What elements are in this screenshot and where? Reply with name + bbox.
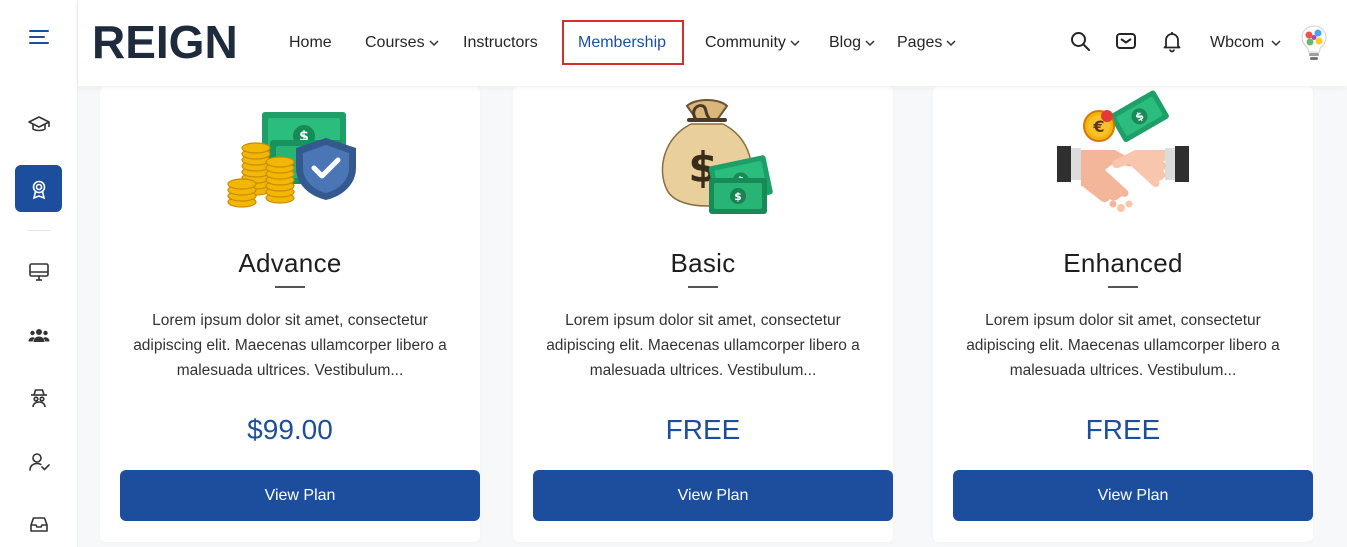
left-sidebar — [0, 0, 78, 547]
plan-card-advance: $ $ Advance Lorem ipsum dolor sit amet, … — [100, 86, 480, 542]
nav-courses[interactable]: Courses — [365, 0, 440, 86]
search-icon[interactable] — [1068, 29, 1092, 53]
plan-price: FREE — [665, 414, 741, 445]
view-plan-button[interactable]: View Plan — [533, 470, 893, 521]
membership-highlight-box — [562, 20, 684, 65]
avatar[interactable] — [1298, 24, 1330, 62]
plan-title: Enhanced — [1063, 248, 1183, 278]
chevron-down-icon — [790, 40, 800, 47]
nav-instructors[interactable]: Instructors — [463, 0, 538, 86]
spy-incognito-icon[interactable] — [15, 374, 62, 421]
menu-icon[interactable] — [15, 13, 62, 60]
nav-blog[interactable]: Blog — [829, 0, 876, 86]
award-badge-icon[interactable] — [15, 165, 62, 212]
title-divider — [1108, 286, 1138, 288]
graduation-cap-icon[interactable] — [15, 101, 62, 148]
top-header: REIGN Home Courses Instructors Membershi… — [78, 0, 1347, 86]
plan-card-basic: $ $ $ Basic Lorem ipsum dolor sit amet, … — [513, 86, 893, 542]
plan-title: Advance — [238, 248, 342, 278]
nav-home[interactable]: Home — [289, 0, 332, 86]
mail-icon[interactable] — [1114, 29, 1138, 53]
handshake-money-icon: $ € — [1057, 90, 1189, 212]
groups-icon[interactable] — [15, 312, 62, 359]
chevron-down-icon — [1271, 40, 1281, 47]
view-plan-button[interactable]: View Plan — [120, 470, 480, 521]
user-check-icon[interactable] — [15, 438, 62, 485]
plan-description: Lorem ipsum dolor sit amet, consectetur … — [133, 312, 447, 379]
user-menu[interactable]: Wbcom — [1210, 0, 1282, 86]
chevron-down-icon — [946, 40, 956, 47]
svg-text:$: $ — [734, 190, 742, 203]
nav-instructors-label: Instructors — [463, 34, 538, 51]
nav-blog-label: Blog — [829, 34, 862, 51]
nav-courses-label: Courses — [365, 34, 425, 51]
title-divider — [688, 286, 718, 288]
nav-pages-label: Pages — [897, 34, 943, 51]
plan-title: Basic — [670, 248, 736, 278]
inbox-icon[interactable] — [15, 500, 62, 547]
plan-price: $99.00 — [247, 414, 333, 445]
plan-price: FREE — [1085, 414, 1161, 445]
nav-pages[interactable]: Pages — [897, 0, 957, 86]
nav-community-label: Community — [705, 34, 786, 51]
title-divider — [275, 286, 305, 288]
nav-community[interactable]: Community — [705, 0, 801, 86]
user-name: Wbcom — [1210, 34, 1265, 51]
monitor-icon[interactable] — [15, 248, 62, 295]
chevron-down-icon — [865, 40, 875, 47]
bell-icon[interactable] — [1160, 29, 1184, 53]
plan-description: Lorem ipsum dolor sit amet, consectetur … — [546, 312, 860, 379]
nav-home-label: Home — [289, 34, 332, 51]
plan-description: Lorem ipsum dolor sit amet, consectetur … — [966, 312, 1280, 379]
money-bag-icon: $ $ $ — [661, 99, 773, 214]
sidebar-divider — [28, 230, 50, 231]
reign-logo[interactable]: REIGN — [92, 18, 252, 66]
chevron-down-icon — [429, 40, 439, 47]
view-plan-button[interactable]: View Plan — [953, 470, 1313, 521]
plan-card-enhanced: $ € Enhanced Lorem ipsum dolor sit amet,… — [933, 86, 1313, 542]
svg-text:REIGN: REIGN — [92, 18, 238, 66]
money-shield-icon: $ $ — [227, 112, 356, 208]
